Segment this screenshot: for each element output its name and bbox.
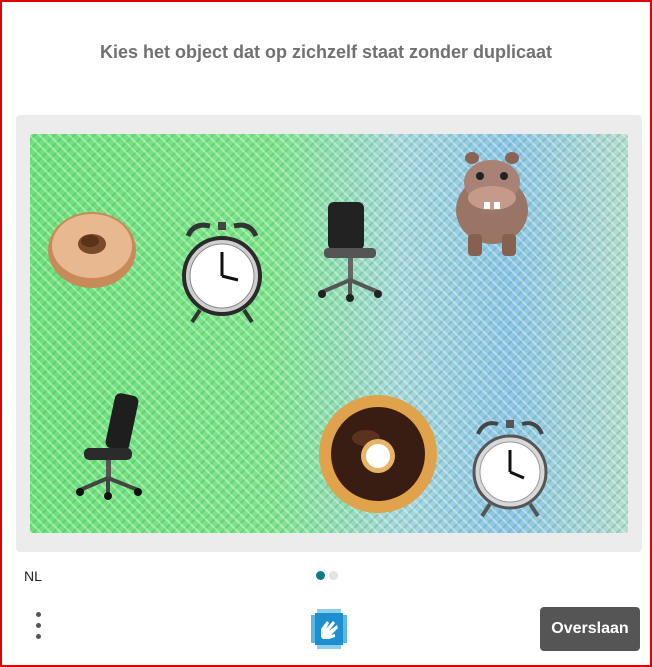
challenge-prompt: Kies het object dat op zichzelf staat zo… (99, 42, 553, 62)
object-alarm-clock-1[interactable] (180, 218, 264, 328)
pagination-dot-2[interactable] (329, 571, 338, 580)
object-donut-chocolate[interactable] (316, 392, 440, 516)
object-alarm-clock-2[interactable] (470, 416, 550, 520)
more-vert-icon (36, 612, 41, 617)
object-donut-plain[interactable] (44, 206, 140, 292)
object-office-chair-2[interactable] (74, 390, 146, 500)
hcaptcha-logo-icon (311, 609, 347, 649)
pagination-dot-1[interactable] (316, 571, 325, 580)
language-selector[interactable]: NL (24, 568, 42, 584)
challenge-image (30, 134, 628, 533)
object-hippo[interactable] (450, 148, 534, 260)
object-office-chair-1[interactable] (316, 198, 386, 302)
more-menu-button[interactable] (26, 610, 52, 644)
challenge-panel (16, 115, 642, 552)
skip-button[interactable]: Overslaan (540, 607, 640, 651)
captcha-frame: Kies het object dat op zichzelf staat zo… (0, 0, 652, 667)
